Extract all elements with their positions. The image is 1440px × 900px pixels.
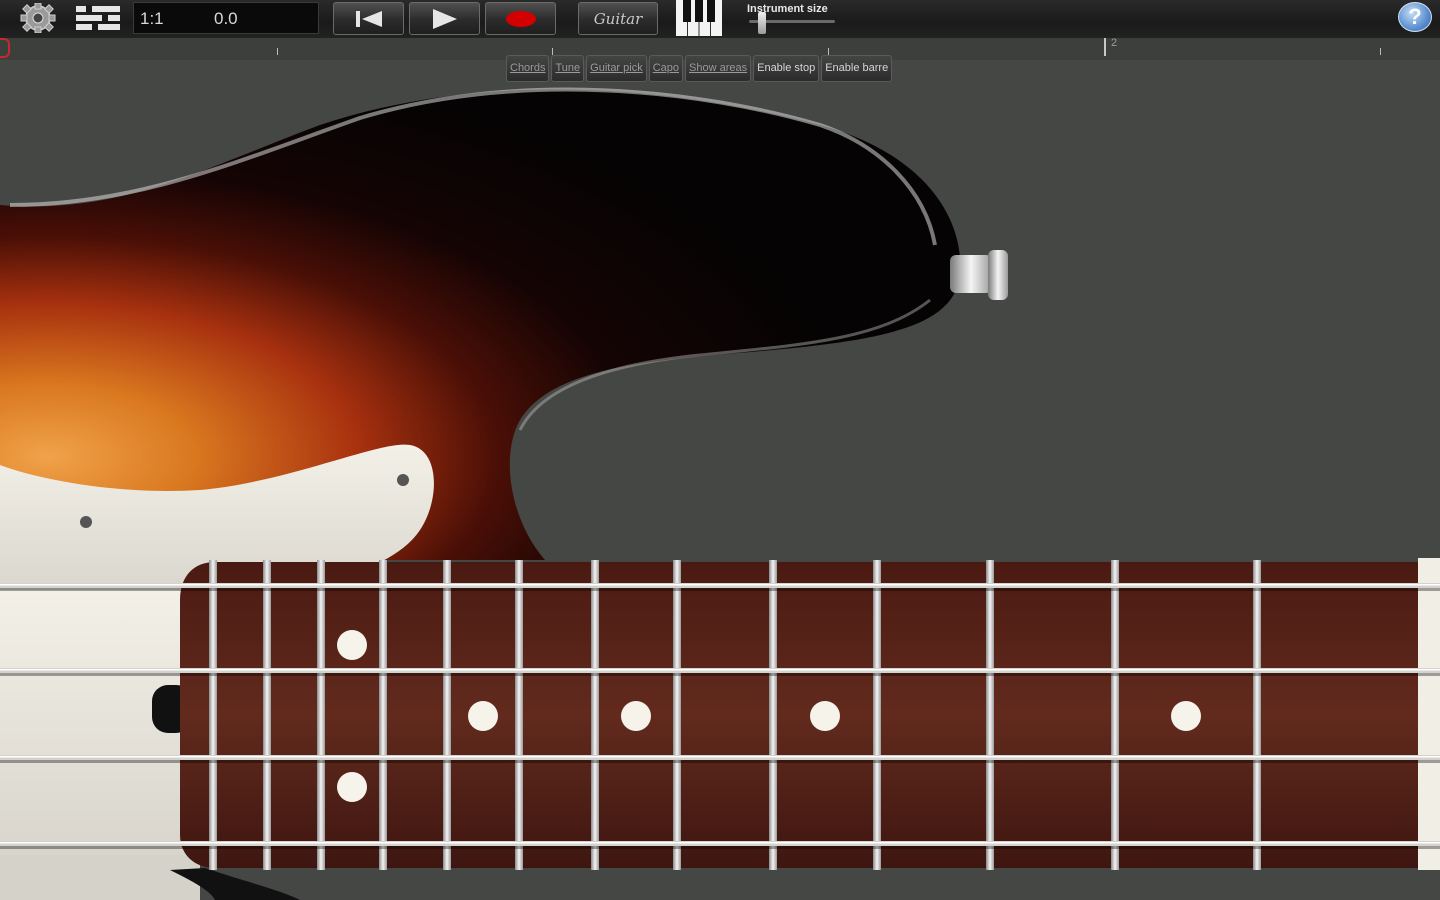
chords-button[interactable]: Chords <box>506 55 550 82</box>
capo-button[interactable]: Capo <box>648 55 684 82</box>
options-bar: Chords Tune Guitar pick Capo Show areas … <box>506 55 893 83</box>
position-display: 1:1 0.0 <box>133 2 319 34</box>
play-icon <box>432 8 457 29</box>
strap-button-icon <box>950 250 1008 300</box>
instrument-size-slider-thumb[interactable] <box>758 12 767 34</box>
instrument-button[interactable]: Guitar <box>578 2 658 35</box>
fret-wire <box>443 560 451 870</box>
mixer-icon[interactable] <box>74 2 122 34</box>
fret-wire <box>379 560 387 870</box>
tune-button[interactable]: Tune <box>551 55 585 82</box>
bar-marker <box>1104 38 1106 56</box>
fret-wire <box>986 560 994 870</box>
fret-wire <box>673 560 681 870</box>
screw-icon <box>80 516 92 528</box>
record-icon <box>505 10 536 27</box>
string-2[interactable] <box>0 668 1440 676</box>
string-4[interactable] <box>0 841 1440 849</box>
enable-barre-button[interactable]: Enable barre <box>821 55 893 82</box>
play-button[interactable] <box>409 2 480 35</box>
bar-position: 1:1 <box>140 9 164 28</box>
fret-wire <box>591 560 599 870</box>
fret-wire <box>209 560 217 870</box>
fret-marker-dot <box>337 630 367 660</box>
fret-wire <box>1253 560 1261 870</box>
fret-wire <box>317 560 325 870</box>
top-toolbar: 1:1 0.0 Guitar Instrument size ? <box>0 0 1440 38</box>
fret-wire <box>769 560 777 870</box>
gear-icon[interactable] <box>14 3 62 33</box>
fret-wire <box>515 560 523 870</box>
fret-marker-dot <box>337 772 367 802</box>
help-button[interactable]: ? <box>1398 2 1432 32</box>
bass-guitar[interactable] <box>0 0 1440 900</box>
instrument-button-label: Guitar <box>593 9 643 28</box>
guitar-pick-button[interactable]: Guitar pick <box>586 55 647 82</box>
time-display: 0.0 <box>214 9 238 28</box>
fretboard[interactable] <box>180 558 1440 870</box>
bar-marker-label: 2 <box>1111 37 1118 49</box>
fret-marker-dot <box>621 701 651 731</box>
string-1[interactable] <box>0 583 1440 591</box>
rewind-icon <box>355 10 382 27</box>
fret-marker-dot <box>468 701 498 731</box>
fret-wire <box>873 560 881 870</box>
playhead-start-marker[interactable] <box>0 38 10 58</box>
enable-stop-button[interactable]: Enable stop <box>753 55 820 82</box>
string-3[interactable] <box>0 755 1440 763</box>
piano-keyboard-icon[interactable] <box>676 0 722 36</box>
record-button[interactable] <box>485 2 556 35</box>
fret-wire <box>263 560 271 870</box>
fret-marker-dot <box>810 701 840 731</box>
guitar-body <box>0 89 961 560</box>
screw-icon <box>397 474 409 486</box>
show-areas-button[interactable]: Show areas <box>685 55 752 82</box>
rewind-button[interactable] <box>333 2 404 35</box>
help-icon: ? <box>1408 4 1422 29</box>
fret-wire <box>1111 560 1119 870</box>
fret-marker-dot <box>1171 701 1201 731</box>
